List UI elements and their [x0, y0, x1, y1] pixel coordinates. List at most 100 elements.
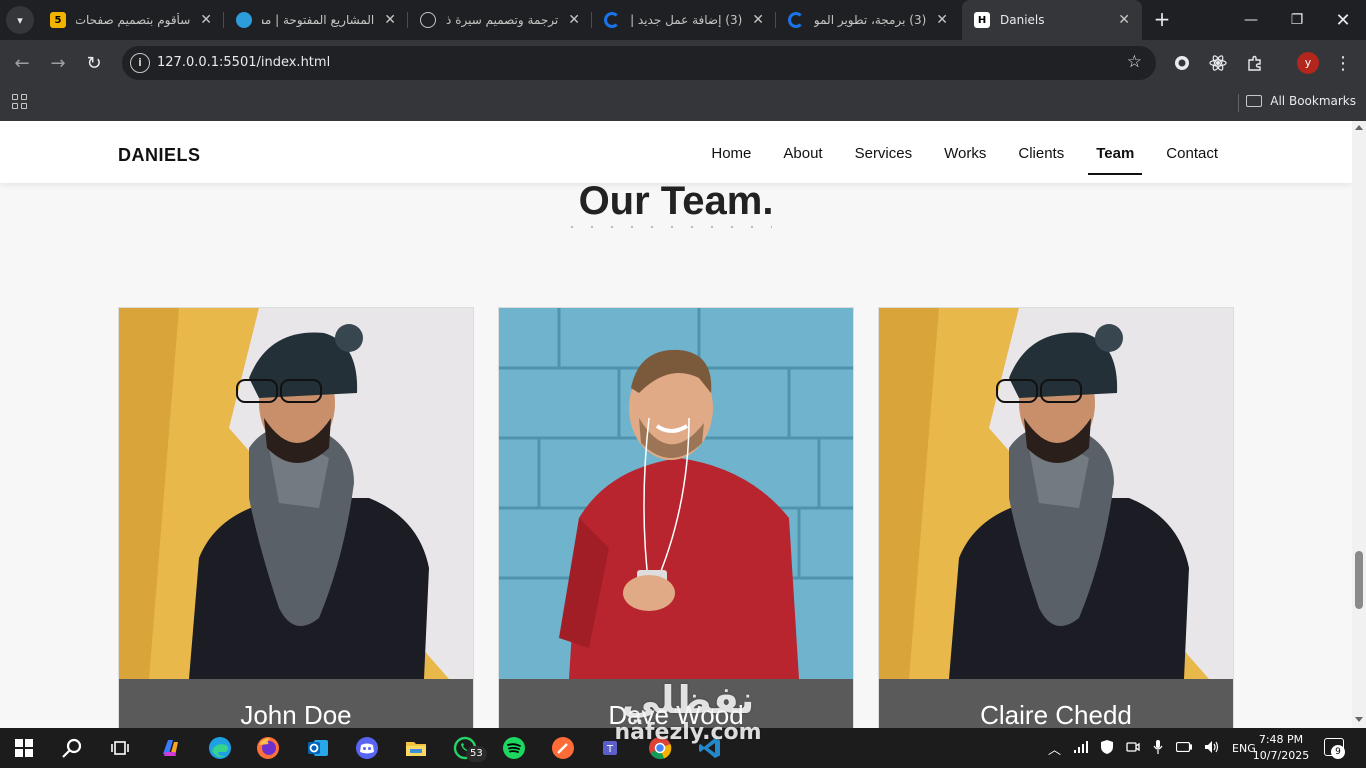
tab-close-icon[interactable]: ✕: [568, 12, 580, 28]
bookmarks-separator: [1238, 94, 1239, 112]
discord-icon[interactable]: [353, 734, 381, 762]
edge-browser-icon[interactable]: [206, 734, 234, 762]
file-explorer-icon[interactable]: [402, 734, 430, 762]
team-photo-beanie-man: [879, 308, 1233, 679]
tab-close-icon[interactable]: ✕: [384, 12, 396, 28]
page-scrollbar[interactable]: [1352, 121, 1366, 728]
vscode-icon[interactable]: [696, 734, 724, 762]
extensions-puzzle-icon[interactable]: [1243, 51, 1267, 75]
site-menu: Home About Services Works Clients Team C…: [687, 121, 1226, 183]
tab-title: (3) برمجة، تطوير الموا: [814, 13, 927, 27]
all-bookmarks-button[interactable]: All Bookmarks: [1246, 94, 1356, 108]
microphone-icon[interactable]: [1153, 739, 1163, 757]
taskbar-clock[interactable]: 7:48 PM 10/7/2025: [1252, 732, 1310, 764]
team-card[interactable]: Claire Chedd: [878, 307, 1234, 728]
nav-team[interactable]: Team: [1088, 121, 1143, 183]
system-tray: ︿ ENG: [1048, 728, 1256, 768]
nav-home[interactable]: Home: [703, 121, 759, 183]
page-viewport: DANIELS Home About Services Works Client…: [0, 121, 1352, 728]
battery-icon[interactable]: [1175, 741, 1193, 755]
tab-1[interactable]: المشاريع المفتوحة | مس ✕: [224, 0, 408, 40]
scrollbar-thumb[interactable]: [1355, 551, 1363, 609]
chrome-icon[interactable]: [646, 734, 674, 762]
tab-close-icon[interactable]: ✕: [1118, 12, 1130, 28]
tab-title: ترجمة وتصميم سيرة ذا: [446, 13, 559, 27]
nav-works[interactable]: Works: [936, 121, 994, 183]
scroll-down-arrow-icon[interactable]: [1355, 717, 1363, 722]
whatsapp-unread-badge: 53: [466, 746, 487, 762]
windows-taskbar: T ︿ ENG 7:48 PM 10/7/2025: [0, 728, 1366, 768]
restore-icon[interactable]: ❐: [1274, 0, 1320, 40]
apps-grid-icon[interactable]: [12, 94, 28, 110]
team-member-name: Dave Wood: [608, 700, 744, 728]
section-title: Our Team.: [578, 179, 774, 223]
mostaql-icon: [788, 12, 804, 28]
close-window-icon[interactable]: ✕: [1320, 0, 1366, 40]
team-member-name: Claire Chedd: [980, 700, 1132, 728]
all-bookmarks-label: All Bookmarks: [1270, 94, 1356, 108]
tab-3[interactable]: (3) إضافة عمل جديد | ✕: [592, 0, 776, 40]
openai-icon: [420, 12, 436, 28]
tab-close-icon[interactable]: ✕: [200, 12, 212, 28]
tab-search-chevron-icon[interactable]: ▾: [6, 6, 34, 34]
browser-menu-icon[interactable]: ⋮: [1331, 51, 1355, 75]
spotify-icon[interactable]: [500, 734, 528, 762]
address-bar[interactable]: i 127.0.0.1:5501/index.html ☆: [122, 46, 1156, 80]
search-icon[interactable]: [58, 734, 86, 762]
nav-clients[interactable]: Clients: [1010, 121, 1072, 183]
windows-start-icon[interactable]: [10, 734, 38, 762]
team-card[interactable]: John Doe: [118, 307, 474, 728]
profile-avatar[interactable]: y: [1297, 52, 1319, 74]
nav-contact[interactable]: Contact: [1158, 121, 1226, 183]
tab-close-icon[interactable]: ✕: [752, 12, 764, 28]
copilot-icon[interactable]: [156, 734, 184, 762]
tab-title: سأقوم بتصميم صفحات: [76, 13, 191, 27]
bookmark-star-icon[interactable]: ☆: [1127, 52, 1142, 72]
tab-close-icon[interactable]: ✕: [936, 12, 948, 28]
favicon-icon: H: [974, 12, 990, 28]
team-photo-beanie-man: [119, 308, 473, 679]
volume-icon[interactable]: [1205, 740, 1219, 756]
mostaql-icon: [604, 12, 620, 28]
address-url[interactable]: 127.0.0.1:5501/index.html: [157, 55, 330, 70]
team-card[interactable]: Dave Wood: [498, 307, 854, 728]
tab-title: Daniels: [1000, 13, 1045, 27]
bookmarks-bar: All Bookmarks: [0, 86, 1366, 121]
react-devtools-icon[interactable]: [1206, 51, 1230, 75]
extension-circle-icon[interactable]: [1170, 51, 1194, 75]
task-view-icon[interactable]: [106, 734, 134, 762]
firefox-icon[interactable]: [254, 734, 282, 762]
scroll-up-arrow-icon[interactable]: [1355, 125, 1363, 130]
favicon-icon: 5: [50, 12, 66, 28]
site-navbar: DANIELS Home About Services Works Client…: [0, 121, 1352, 183]
teams-icon[interactable]: T: [598, 734, 626, 762]
reload-icon[interactable]: ↻: [79, 48, 109, 78]
site-brand-logo[interactable]: DANIELS: [118, 145, 201, 166]
favicon-icon: [236, 12, 252, 28]
minimize-icon[interactable]: —: [1228, 0, 1274, 40]
outlook-icon[interactable]: [304, 734, 332, 762]
forward-arrow-icon[interactable]: →: [43, 48, 73, 78]
tab-title: المشاريع المفتوحة | مس: [262, 13, 375, 27]
site-info-icon[interactable]: i: [130, 53, 150, 73]
tab-0[interactable]: 5 سأقوم بتصميم صفحات ✕: [38, 0, 224, 40]
browser-toolbar: ← → ↻ i 127.0.0.1:5501/index.html ☆ y ⋮: [0, 40, 1366, 86]
title-dotted-divider: [562, 225, 772, 229]
team-member-name: John Doe: [240, 700, 352, 728]
nav-services[interactable]: Services: [847, 121, 921, 183]
camera-icon[interactable]: [1126, 741, 1140, 756]
tab-title: (3) إضافة عمل جديد |: [630, 13, 743, 27]
tray-overflow-chevron-icon[interactable]: ︿: [1048, 739, 1061, 758]
tab-active[interactable]: H Daniels ✕: [962, 0, 1142, 40]
network-icon[interactable]: [1074, 740, 1089, 756]
tab-4[interactable]: (3) برمجة، تطوير الموا ✕: [776, 0, 960, 40]
back-arrow-icon[interactable]: ←: [7, 48, 37, 78]
new-tab-plus-icon[interactable]: +: [1150, 8, 1174, 32]
nav-about[interactable]: About: [775, 121, 830, 183]
security-shield-icon[interactable]: [1101, 739, 1114, 757]
tab-2[interactable]: ترجمة وتصميم سيرة ذا ✕: [408, 0, 592, 40]
folder-icon: [1246, 95, 1263, 107]
clock-time: 7:48 PM: [1258, 733, 1304, 746]
tab-strip: ▾ 5 سأقوم بتصميم صفحات ✕ المشاريع المفتو…: [0, 0, 1366, 40]
postman-icon[interactable]: [549, 734, 577, 762]
